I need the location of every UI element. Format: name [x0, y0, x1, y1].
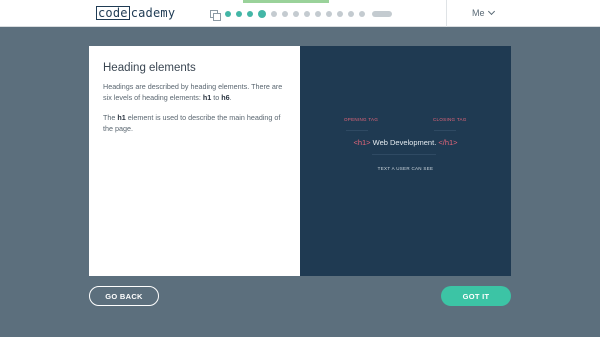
- top-bar: code cademy Me: [0, 0, 600, 27]
- diagram-panel: OPENING TAG CLOSING TAG <h1> Web Develop…: [300, 46, 511, 276]
- copy-icon[interactable]: [210, 9, 221, 21]
- progress-end-pill[interactable]: [372, 11, 392, 17]
- lesson-paragraph-2: The h1 element is used to describe the m…: [103, 113, 286, 134]
- progress-dots: [225, 10, 370, 18]
- progress-dot[interactable]: [359, 11, 365, 17]
- progress-dot[interactable]: [258, 10, 266, 18]
- progress-dot[interactable]: [348, 11, 354, 17]
- user-menu[interactable]: Me: [472, 7, 495, 18]
- p1-text: Headings are described by heading elemen…: [103, 82, 283, 102]
- opening-tag-rule: [346, 130, 368, 131]
- opening-tag-label: OPENING TAG: [344, 117, 379, 122]
- progress-dot[interactable]: [271, 11, 277, 17]
- content-caption: TEXT A USER CAN SEE: [377, 166, 434, 171]
- progress-dot[interactable]: [293, 11, 299, 17]
- closing-tag-rule: [434, 130, 456, 131]
- progress-dot[interactable]: [304, 11, 310, 17]
- progress-dot[interactable]: [315, 11, 321, 17]
- codecademy-logo[interactable]: code cademy: [96, 6, 175, 20]
- progress-accent-bar: [243, 0, 329, 3]
- lesson-progress: [210, 8, 392, 21]
- progress-dot[interactable]: [247, 11, 253, 17]
- got-it-button[interactable]: GOT IT: [441, 286, 511, 306]
- lesson-paragraph-1: Headings are described by heading elemen…: [103, 82, 286, 103]
- header-divider: [446, 0, 447, 27]
- lesson-text-panel: Heading elements Headings are described …: [89, 46, 300, 276]
- user-menu-label: Me: [472, 8, 485, 18]
- close-tag: </h1>: [438, 138, 458, 147]
- progress-dot[interactable]: [337, 11, 343, 17]
- code-content: Web Development.: [370, 138, 439, 147]
- p2-prefix: The: [103, 113, 118, 122]
- lesson-title: Heading elements: [103, 62, 196, 74]
- p1-mid: to: [211, 92, 222, 102]
- progress-dot[interactable]: [282, 11, 288, 17]
- progress-dot[interactable]: [236, 11, 242, 17]
- p2-suffix: element is used to describe the main hea…: [103, 113, 281, 133]
- go-back-button[interactable]: GO BACK: [89, 286, 159, 306]
- chevron-down-icon: [487, 7, 495, 16]
- code-example: <h1> Web Development. </h1>: [300, 138, 511, 147]
- closing-tag-label: CLOSING TAG: [433, 117, 467, 122]
- p1-end: .: [229, 92, 232, 102]
- logo-boxed-text: code: [96, 6, 130, 20]
- logo-text: cademy: [130, 6, 176, 20]
- open-tag: <h1>: [353, 138, 371, 147]
- content-rule: [372, 154, 436, 155]
- p1-h6: h6: [221, 92, 230, 102]
- p2-tag: h1: [117, 113, 126, 122]
- progress-dot[interactable]: [326, 11, 332, 17]
- progress-dot[interactable]: [225, 11, 231, 17]
